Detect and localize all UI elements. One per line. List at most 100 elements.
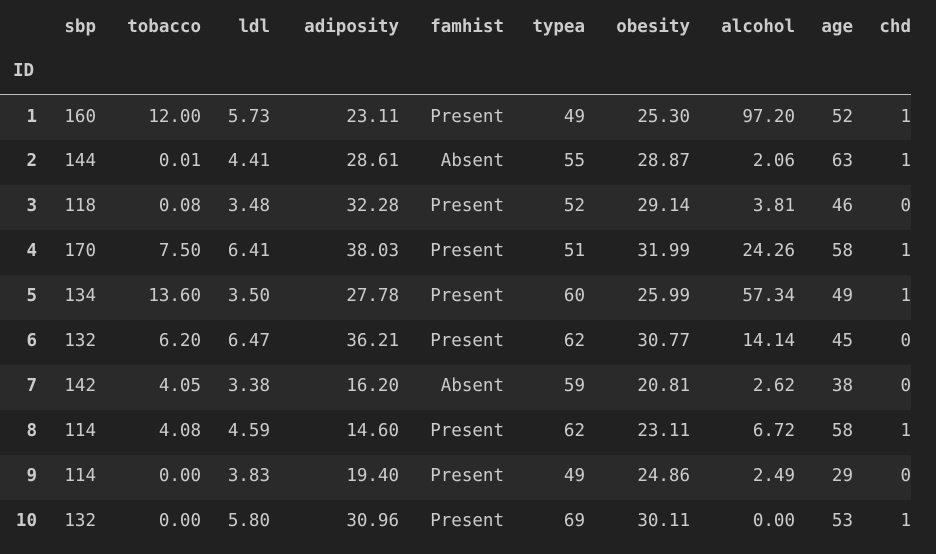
cell-sbp: 132 <box>64 331 96 352</box>
cell-obesity: 30.11 <box>637 511 690 532</box>
index-name-label: ID <box>13 61 35 82</box>
column-header-famhist: famhist <box>430 16 504 37</box>
table-row: 2 144 0.01 4.41 28.61 Absent 55 28.87 2.06 63 1 <box>0 139 911 185</box>
dataframe-output: sbp tobacco ldl adiposity famhist typea … <box>0 0 936 554</box>
column-header-age: age <box>821 16 853 37</box>
cell-age: 52 <box>831 106 853 127</box>
cell-famhist: Present <box>430 241 504 262</box>
column-header-row: sbp tobacco ldl adiposity famhist typea … <box>0 5 911 50</box>
cell-ldl: 3.83 <box>227 466 270 487</box>
cell-tobacco: 12.00 <box>148 106 201 127</box>
cell-sbp: 114 <box>64 421 96 442</box>
cell-alcohol: 3.81 <box>752 196 795 217</box>
cell-famhist: Present <box>430 196 504 217</box>
cell-alcohol: 2.06 <box>752 151 795 172</box>
column-header-adiposity: adiposity <box>304 16 399 37</box>
table-row: 5 134 13.60 3.50 27.78 Present 60 25.99 57.34 49 1 <box>0 274 911 320</box>
cell-chd: 0 <box>900 376 911 397</box>
column-header-tobacco: tobacco <box>127 16 201 37</box>
cell-alcohol: 2.62 <box>752 376 795 397</box>
cell-ldl: 6.47 <box>227 331 270 352</box>
row-index-cell: 8 <box>26 421 37 442</box>
cell-adiposity: 38.03 <box>346 241 399 262</box>
column-header-chd: chd <box>879 16 911 37</box>
cell-ldl: 4.41 <box>227 151 270 172</box>
row-index-cell: 7 <box>26 376 37 397</box>
cell-tobacco: 0.01 <box>158 151 201 172</box>
cell-adiposity: 23.11 <box>346 106 399 127</box>
cell-ldl: 4.59 <box>227 421 270 442</box>
cell-tobacco: 0.08 <box>158 196 201 217</box>
cell-tobacco: 0.00 <box>158 511 201 532</box>
cell-famhist: Present <box>430 106 504 127</box>
cell-chd: 1 <box>900 511 911 532</box>
cell-sbp: 132 <box>64 511 96 532</box>
cell-chd: 1 <box>900 241 911 262</box>
cell-obesity: 20.81 <box>637 376 690 397</box>
cell-typea: 52 <box>563 196 585 217</box>
dataframe-table: sbp tobacco ldl adiposity famhist typea … <box>0 5 911 545</box>
cell-ldl: 3.50 <box>227 286 270 307</box>
cell-famhist: Present <box>430 331 504 352</box>
cell-alcohol: 14.14 <box>742 331 795 352</box>
cell-obesity: 30.77 <box>637 331 690 352</box>
cell-typea: 51 <box>563 241 585 262</box>
cell-adiposity: 16.20 <box>346 376 399 397</box>
row-index-cell: 3 <box>26 196 37 217</box>
column-header-typea: typea <box>532 16 585 37</box>
cell-obesity: 29.14 <box>637 196 690 217</box>
column-header-ldl: ldl <box>238 16 270 37</box>
cell-chd: 1 <box>900 286 911 307</box>
cell-alcohol: 57.34 <box>742 286 795 307</box>
cell-age: 58 <box>831 421 853 442</box>
table-row: 7 142 4.05 3.38 16.20 Absent 59 20.81 2.62 38 0 <box>0 364 911 410</box>
cell-alcohol: 0.00 <box>752 511 795 532</box>
column-header-obesity: obesity <box>616 16 690 37</box>
row-index-cell: 1 <box>26 106 37 127</box>
cell-ldl: 5.80 <box>227 511 270 532</box>
table-body: 1 160 12.00 5.73 23.11 Present 49 25.30 97.20 52 1… <box>0 94 911 545</box>
cell-famhist: Present <box>430 286 504 307</box>
cell-alcohol: 2.49 <box>752 466 795 487</box>
cell-age: 49 <box>831 286 853 307</box>
cell-age: 46 <box>831 196 853 217</box>
cell-age: 63 <box>831 151 853 172</box>
row-index-cell: 10 <box>15 511 37 532</box>
cell-adiposity: 30.96 <box>346 511 399 532</box>
cell-chd: 1 <box>900 106 911 127</box>
cell-famhist: Absent <box>440 376 504 397</box>
table-row: 3 118 0.08 3.48 32.28 Present 52 29.14 3.81 46 0 <box>0 184 911 230</box>
cell-alcohol: 97.20 <box>742 106 795 127</box>
cell-ldl: 6.41 <box>227 241 270 262</box>
cell-chd: 1 <box>900 151 911 172</box>
cell-age: 53 <box>831 511 853 532</box>
table-row: 4 170 7.50 6.41 38.03 Present 51 31.99 24.26 58 1 <box>0 229 911 275</box>
row-index-cell: 4 <box>26 241 37 262</box>
cell-obesity: 31.99 <box>637 241 690 262</box>
cell-tobacco: 0.00 <box>158 466 201 487</box>
cell-tobacco: 4.08 <box>158 421 201 442</box>
cell-sbp: 170 <box>64 241 96 262</box>
cell-famhist: Present <box>430 421 504 442</box>
cell-sbp: 160 <box>64 106 96 127</box>
cell-sbp: 118 <box>64 196 96 217</box>
table-row: 9 114 0.00 3.83 19.40 Present 49 24.86 2.49 29 0 <box>0 454 911 500</box>
cell-sbp: 134 <box>64 286 96 307</box>
cell-adiposity: 19.40 <box>346 466 399 487</box>
cell-sbp: 144 <box>64 151 96 172</box>
cell-sbp: 142 <box>64 376 96 397</box>
cell-tobacco: 6.20 <box>158 331 201 352</box>
cell-adiposity: 27.78 <box>346 286 399 307</box>
cell-alcohol: 24.26 <box>742 241 795 262</box>
cell-chd: 0 <box>900 196 911 217</box>
column-header-alcohol: alcohol <box>721 16 795 37</box>
cell-typea: 49 <box>563 106 585 127</box>
row-index-cell: 2 <box>26 151 37 172</box>
cell-chd: 1 <box>900 421 911 442</box>
index-corner-cell <box>0 5 37 50</box>
cell-adiposity: 14.60 <box>346 421 399 442</box>
cell-chd: 0 <box>900 331 911 352</box>
cell-tobacco: 13.60 <box>148 286 201 307</box>
cell-alcohol: 6.72 <box>752 421 795 442</box>
table-row: 8 114 4.08 4.59 14.60 Present 62 23.11 6.72 58 1 <box>0 409 911 455</box>
